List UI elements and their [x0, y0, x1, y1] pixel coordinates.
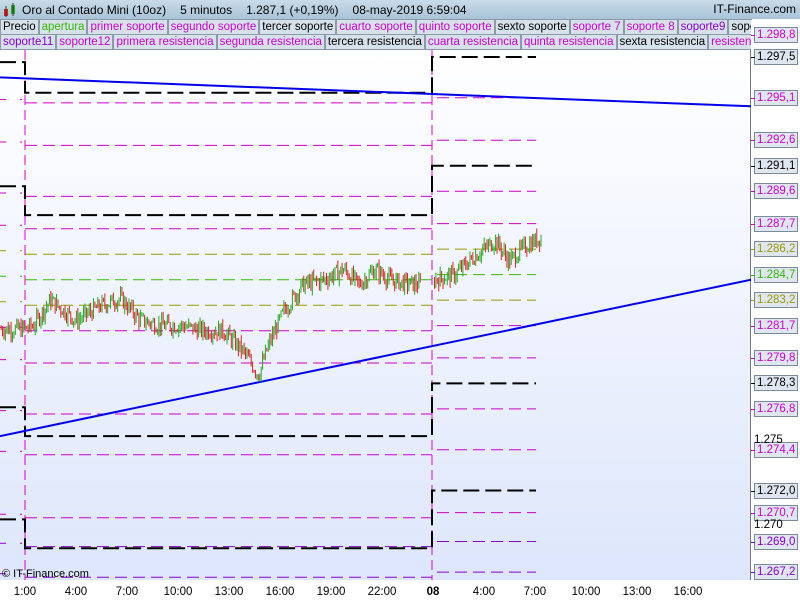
legend-item[interactable]: sexta resistencia — [616, 34, 709, 50]
price-tick — [751, 165, 755, 167]
legend-item[interactable]: Precio — [0, 19, 39, 35]
price-tick — [751, 512, 755, 514]
time-label: 10:00 — [571, 586, 601, 598]
legend-item[interactable]: soporte9 — [677, 19, 729, 35]
instrument-name: Oro al Contado Mini (10oz) — [22, 2, 167, 17]
legend-item[interactable]: soporte11 — [0, 34, 57, 50]
price-tick — [751, 408, 755, 410]
price-scale[interactable]: 1.298,8 1.297,5 1.295,1 1.292,6 1.291,1 1.289… — [751, 20, 800, 581]
legend-item[interactable]: cuarta resistencia — [424, 34, 521, 50]
legend-item[interactable]: tercer soporte — [259, 19, 337, 35]
site-name: IT-Finance.com — [713, 2, 796, 16]
price-label: 1.295,1 — [754, 89, 798, 106]
price-label: 1.281,7 — [754, 317, 798, 334]
price-label: 1.278,3 — [754, 375, 798, 392]
price-tick — [751, 57, 755, 58]
price-label: 1.284,7 — [754, 266, 798, 283]
copyright: © IT-Finance.com — [2, 568, 89, 580]
time-label: 7:00 — [523, 586, 547, 598]
price-tick — [751, 223, 755, 225]
legend-item[interactable]: soporte12 — [56, 34, 114, 50]
chart-canvas — [0, 50, 752, 580]
legend-row-2: soporte11 soporte12 primera resistencia seg… — [0, 34, 752, 50]
last-price: 1.287,1 (+0,19%) — [246, 2, 339, 17]
time-label: 19:00 — [316, 586, 346, 598]
time-label: 16:00 — [673, 586, 703, 598]
price-label: 1.297,5 — [754, 49, 798, 65]
time-label: 22:00 — [367, 586, 397, 598]
price-tick-label: 1.275 — [754, 433, 783, 446]
legend-item[interactable]: soporte 7 — [569, 19, 624, 35]
time-label: 4:00 — [472, 586, 496, 598]
price-tick — [751, 249, 755, 251]
price-tick — [751, 97, 755, 99]
price-label: 1.286,2 — [754, 241, 798, 258]
title-bar: Oro al Contado Mini (10oz) 5 minutos 1.2… — [0, 0, 800, 19]
price-tick — [751, 34, 755, 36]
price-tick — [751, 300, 755, 302]
price-tick — [751, 325, 755, 327]
legend-row-1: Precio apertura primer soporte segundo sopo… — [0, 19, 752, 35]
time-label: 10:00 — [163, 586, 193, 598]
legend-item[interactable]: segundo soporte — [167, 19, 260, 35]
legend-item[interactable]: soporte 8 — [623, 19, 678, 35]
price-label: 1.276,8 — [754, 400, 798, 417]
legend-item[interactable]: primera resistencia — [113, 34, 217, 50]
legend-item[interactable]: tercera resistencia — [324, 34, 425, 50]
support-resistance-line — [0, 164, 536, 217]
price-label: 1.267,2 — [754, 564, 798, 581]
legend-item[interactable]: cuarto soporte — [336, 19, 416, 35]
legend-item[interactable]: quinto soporte — [415, 19, 495, 35]
price-tick — [751, 449, 755, 451]
candlestick-logo-icon — [4, 3, 15, 17]
interval[interactable]: 5 minutos — [180, 3, 232, 17]
price-label: 1.291,1 — [754, 157, 798, 174]
time-label: 4:00 — [64, 586, 88, 598]
price-chart[interactable] — [0, 50, 752, 580]
trendline — [0, 278, 752, 438]
price-tick — [751, 383, 755, 385]
time-label: 16:00 — [265, 586, 295, 598]
datetime: 08-may-2019 6:59:04 — [352, 2, 467, 17]
price-label: 1.283,2 — [754, 292, 798, 309]
price-label: 1.287,7 — [754, 215, 798, 232]
price-tick — [751, 541, 755, 543]
price-label: 1.289,6 — [754, 183, 798, 200]
price-tick — [751, 357, 755, 359]
time-axis: 1:00 4:00 7:00 10:00 13:00 16:00 19:00 22:00 08 4… — [0, 580, 800, 600]
price-label: 1.279,8 — [754, 349, 798, 366]
time-label: 13:00 — [622, 586, 652, 598]
price-tick — [751, 490, 755, 492]
time-label: 1:00 — [13, 586, 37, 598]
price-label: 1.272,0 — [754, 482, 798, 499]
price-tick — [751, 274, 755, 276]
time-label: 7:00 — [115, 586, 139, 598]
support-resistance-line — [0, 382, 536, 438]
legend-item[interactable]: primer soporte — [87, 19, 168, 35]
time-label: 08 — [426, 586, 440, 598]
price-tick — [751, 140, 755, 142]
price-label: 1.269,0 — [754, 533, 798, 550]
price-label: 1.292,6 — [754, 132, 798, 149]
legend-item[interactable]: apertura — [38, 19, 88, 35]
legend-item[interactable]: segunda resistencia — [216, 34, 325, 50]
time-label: 13:00 — [214, 586, 244, 598]
price-tick — [751, 191, 755, 193]
legend-item[interactable]: sexto soporte — [494, 19, 570, 35]
price-label: 1.298,8 — [754, 26, 798, 43]
legend-item[interactable]: soporte10 — [728, 19, 752, 35]
legend-item[interactable]: quinta resistencia — [521, 34, 617, 50]
price-tick — [751, 572, 755, 574]
support-resistance-line — [0, 489, 536, 550]
price-tick-label: 1.270 — [754, 518, 783, 531]
legend-item[interactable]: resistencia7 — [708, 34, 752, 50]
